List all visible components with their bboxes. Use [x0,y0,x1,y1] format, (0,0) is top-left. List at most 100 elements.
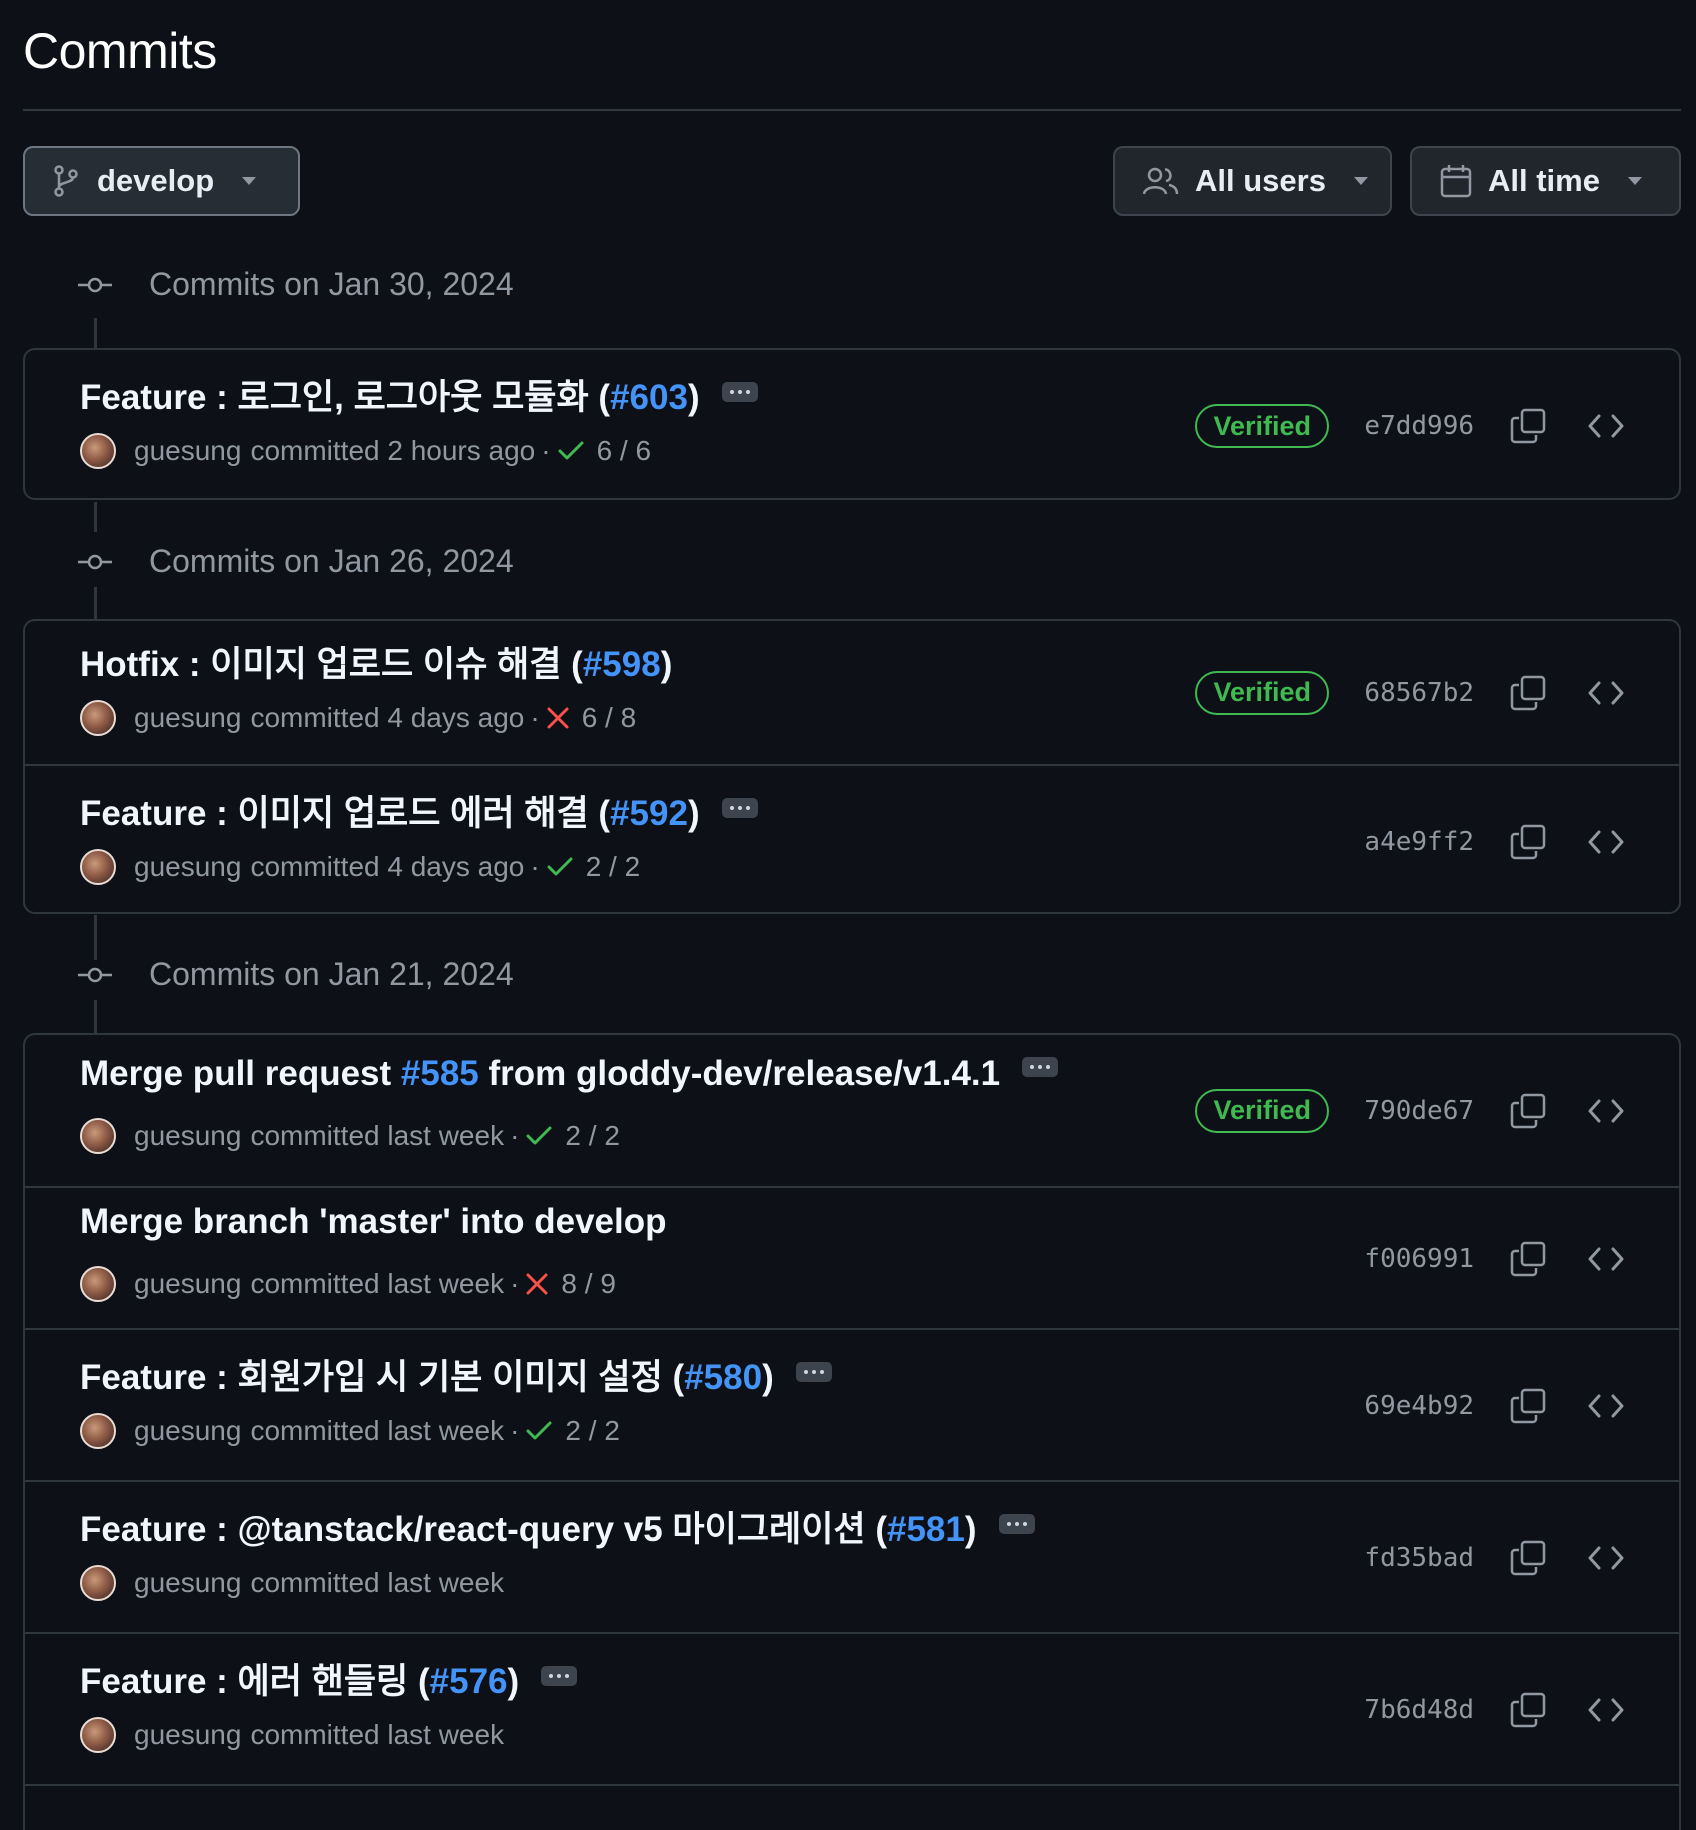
ellipsis-icon[interactable] [721,797,758,818]
commit-message-text[interactable]: Feature : 로그인, 로그아웃 모듈화 ( [80,378,610,417]
code-icon[interactable] [1588,828,1624,861]
commit-author[interactable]: guesung [134,851,241,883]
commit-author[interactable]: guesung [134,1415,241,1447]
commit-sha[interactable]: 790de67 [1364,1096,1474,1126]
commit-message-text[interactable]: Feature : 이미지 업로드 에러 해결 ( [80,794,610,833]
checks-count[interactable]: 2 / 2 [565,1120,619,1152]
commit-sha[interactable]: 68567b2 [1364,678,1474,708]
code-icon[interactable] [1588,1097,1624,1130]
commit-sha[interactable]: f006991 [1364,1244,1474,1274]
commit-message[interactable]: Feature : 에러 핸들링 (#576) [80,1653,578,1704]
commit-message-suffix[interactable]: ) [661,645,673,684]
checks-count[interactable]: 2 / 2 [565,1415,619,1447]
users-filter-label: All users [1195,163,1326,198]
checks-count[interactable]: 2 / 2 [586,851,640,883]
avatar[interactable] [80,699,116,736]
commit-message-text[interactable]: Feature : 회원가입 시 기본 이미지 설정 ( [80,1358,684,1397]
commit-message-text[interactable]: Feature : @tanstack/react-query v5 마이그레이… [80,1510,887,1549]
commit-message[interactable]: Feature : 이미지 업로드 에러 해결 (#592) [80,785,758,836]
branch-select-button[interactable]: develop [23,146,300,216]
commit-author[interactable]: guesung [134,1719,241,1751]
avatar[interactable] [80,1413,116,1449]
copy-icon[interactable] [1510,1692,1546,1733]
users-filter-button[interactable]: All users [1113,146,1392,216]
commit-message[interactable]: Feature : 로그인, 로그아웃 모듈화 (#603) [80,369,758,420]
commit-author[interactable]: guesung [134,435,241,467]
ellipsis-icon[interactable] [998,1513,1035,1534]
code-icon[interactable] [1588,1245,1624,1278]
copy-icon[interactable] [1510,1388,1546,1429]
commit-message-text[interactable]: Feature : 에러 핸들링 ( [80,1662,430,1701]
commit-group-card: Merge pull request #585 from gloddy-dev/… [23,1033,1681,1830]
copy-icon[interactable] [1510,1241,1546,1282]
pull-request-link[interactable]: #592 [610,794,688,833]
commit-message[interactable]: Merge branch 'master' into develop [80,1202,667,1242]
commit-author[interactable]: guesung [134,702,241,734]
avatar[interactable] [80,433,116,469]
commit-message-suffix[interactable]: from gloddy-dev/release/v1.4.1 [479,1054,1001,1093]
commit-sha[interactable]: fd35bad [1364,1543,1474,1573]
ellipsis-icon[interactable] [721,381,758,402]
avatar[interactable] [80,1717,116,1753]
checks-count[interactable]: 6 / 6 [597,435,651,467]
time-filter-button[interactable]: All time [1410,146,1681,216]
avatar[interactable] [80,1565,116,1601]
commit-message-text[interactable]: Merge branch 'master' into develop [80,1202,667,1241]
avatar[interactable] [80,1117,116,1154]
copy-icon[interactable] [1510,408,1546,449]
pull-request-link[interactable]: #580 [684,1358,762,1397]
timeline-line [94,502,97,532]
x-icon[interactable] [525,1272,549,1296]
chevron-down-icon [1627,177,1642,185]
check-icon[interactable] [525,1124,553,1148]
commit-message-suffix[interactable]: ) [508,1662,520,1701]
commit-message[interactable]: Feature : @tanstack/react-query v5 마이그레이… [80,1501,1035,1552]
verified-badge[interactable]: Verified [1195,404,1329,448]
pull-request-link[interactable]: #576 [430,1662,508,1701]
commit-message-suffix[interactable]: ) [762,1358,774,1397]
checks-count[interactable]: 6 / 8 [582,702,636,734]
commit-sha[interactable]: a4e9ff2 [1364,827,1474,857]
copy-icon[interactable] [1510,1093,1546,1134]
commit-author[interactable]: guesung [134,1567,241,1599]
commit-message-text[interactable]: Merge pull request [80,1054,401,1093]
verified-badge[interactable]: Verified [1195,1088,1329,1133]
commit-message-suffix[interactable]: ) [688,794,700,833]
verified-badge[interactable]: Verified [1195,670,1329,715]
code-icon[interactable] [1588,1392,1624,1425]
commit-row: Merge branch 'master' into develop guesun… [25,1186,1679,1328]
pull-request-link[interactable]: #598 [583,645,661,684]
commit-row [25,1784,1679,1830]
pull-request-link[interactable]: #581 [887,1510,965,1549]
copy-icon[interactable] [1510,824,1546,865]
code-icon[interactable] [1588,412,1624,445]
avatar[interactable] [80,1266,116,1302]
code-icon[interactable] [1588,679,1624,712]
check-icon[interactable] [525,1419,553,1443]
commit-sha[interactable]: 69e4b92 [1364,1391,1474,1421]
commit-message[interactable]: Merge pull request #585 from gloddy-dev/… [80,1054,1059,1094]
ellipsis-icon[interactable] [1022,1057,1059,1078]
commit-sha[interactable]: e7dd996 [1364,411,1474,441]
code-icon[interactable] [1588,1696,1624,1729]
commit-message[interactable]: Hotfix : 이미지 업로드 이슈 해결 (#598) [80,636,672,687]
commit-message-suffix[interactable]: ) [965,1510,977,1549]
checks-count[interactable]: 8 / 9 [561,1268,615,1300]
copy-icon[interactable] [1510,1540,1546,1581]
avatar[interactable] [80,849,116,885]
check-icon[interactable] [546,855,574,879]
commit-message-suffix[interactable]: ) [688,378,700,417]
commit-message-text[interactable]: Hotfix : 이미지 업로드 이슈 해결 ( [80,645,583,684]
commit-author[interactable]: guesung [134,1120,241,1152]
code-icon[interactable] [1588,1544,1624,1577]
x-icon[interactable] [546,706,570,730]
ellipsis-icon[interactable] [541,1665,578,1686]
commit-sha[interactable]: 7b6d48d [1364,1695,1474,1725]
check-icon[interactable] [557,439,585,463]
pull-request-link[interactable]: #585 [401,1054,479,1093]
commit-message[interactable]: Feature : 회원가입 시 기본 이미지 설정 (#580) [80,1349,832,1400]
commit-author[interactable]: guesung [134,1268,241,1300]
copy-icon[interactable] [1510,675,1546,716]
ellipsis-icon[interactable] [795,1361,832,1382]
pull-request-link[interactable]: #603 [610,378,688,417]
